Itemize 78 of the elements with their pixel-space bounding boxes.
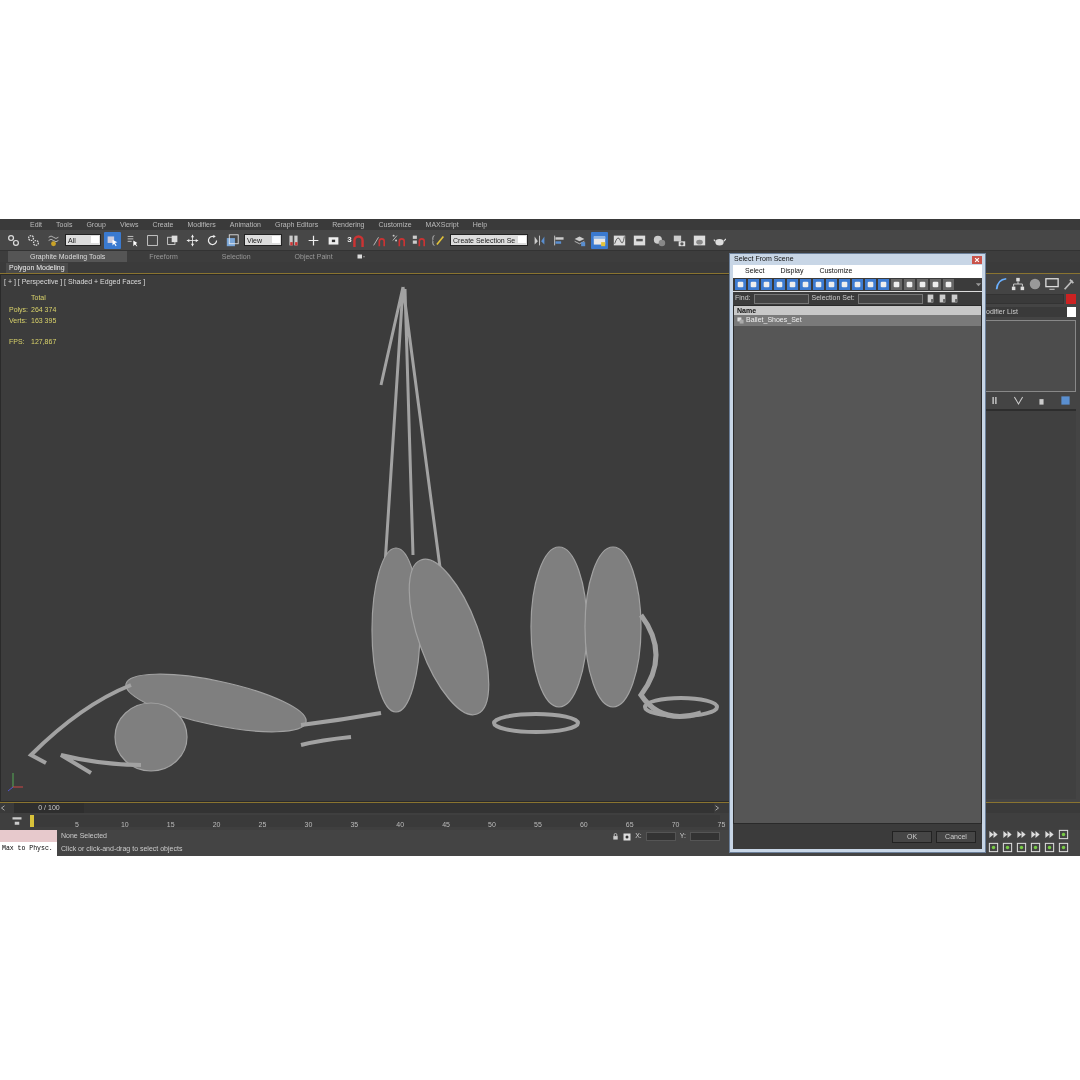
rendered-frame-icon [693,233,707,247]
spinner-snap-icon [412,233,425,247]
magnet-button[interactable]: 3 [345,231,367,249]
rectangle-region-icon [146,233,159,247]
transform-mode-icon[interactable] [623,832,632,841]
filter-button[interactable] [826,279,837,290]
close-button[interactable] [972,255,982,264]
coordinate-field[interactable] [645,832,676,841]
material-editor-icon [653,233,667,247]
pivot-icon [287,233,300,247]
next-icon[interactable] [714,804,720,812]
filter-button[interactable] [761,279,772,290]
navigation-icon[interactable] [1058,842,1069,853]
lock-icon[interactable] [612,833,620,840]
axis-gizmo-icon [7,772,24,792]
filter-button[interactable] [813,279,824,290]
filter-button[interactable] [774,279,785,290]
invert-selection-icon[interactable] [949,294,959,303]
manipulate-icon [307,233,320,247]
scale-icon [226,233,239,247]
curve-editor-icon [613,233,627,247]
navigation-icon[interactable] [1058,829,1069,840]
edit-named-sets-icon [432,233,445,247]
rotate-icon [206,233,219,247]
previous-icon[interactable] [0,804,6,812]
filter-button[interactable] [800,279,811,290]
dropdown-arrow-icon[interactable] [975,281,982,288]
ribbon-button[interactable] [591,231,609,249]
color-swatch[interactable] [1066,294,1076,304]
configure-icon[interactable] [1060,395,1072,406]
coordinate-field[interactable] [690,832,720,841]
hierarchy-icon[interactable] [1011,277,1025,291]
object-icon [737,317,744,324]
ribbon-icon [593,233,607,247]
filter-button[interactable] [930,279,941,290]
time-slider-thumb[interactable] [30,815,34,827]
filter-button[interactable] [748,279,759,290]
bind-icon [47,233,60,247]
navigation-icon[interactable] [1044,842,1055,853]
show-result-icon[interactable] [1012,395,1024,406]
percent-snap-icon [392,233,405,247]
align-icon [553,233,567,247]
window-crossing-icon [166,233,179,247]
render-setup-icon [673,233,687,247]
move-icon [186,233,199,247]
select-all-icon[interactable] [925,294,935,303]
unlink-icon [27,233,40,247]
navigation-icon[interactable] [1016,842,1027,853]
filter-button[interactable] [943,279,954,290]
layers-icon [573,233,587,247]
filter-button[interactable] [852,279,863,290]
display-icon[interactable] [1045,277,1059,291]
hammer-icon[interactable] [1062,277,1076,291]
navigation-icon[interactable] [1002,842,1013,853]
select-button[interactable] [104,231,121,249]
filter-button[interactable] [917,279,928,290]
find-field[interactable] [753,293,809,304]
mirror-icon [533,233,547,247]
filter-button[interactable] [865,279,876,290]
curve-editor-toggle-icon[interactable] [10,815,24,827]
navigation-icon[interactable] [988,842,999,853]
filter-button[interactable] [878,279,889,290]
link-icon [7,233,20,247]
select-none-icon[interactable] [937,294,947,303]
filter-button[interactable] [839,279,850,290]
modify-icon[interactable] [994,277,1008,291]
select-icon [106,233,119,247]
filter-button[interactable] [904,279,915,290]
navigation-icon[interactable] [1030,842,1041,853]
filter-button[interactable] [787,279,798,290]
script-listener-field[interactable] [0,830,57,842]
magnet-icon [351,233,365,247]
scale-button[interactable] [224,231,241,249]
schematic-view-icon [633,233,647,247]
filter-button[interactable] [735,279,746,290]
name-field[interactable] [984,294,1064,304]
filter-button[interactable] [891,279,902,290]
select-by-name-icon [126,233,139,247]
